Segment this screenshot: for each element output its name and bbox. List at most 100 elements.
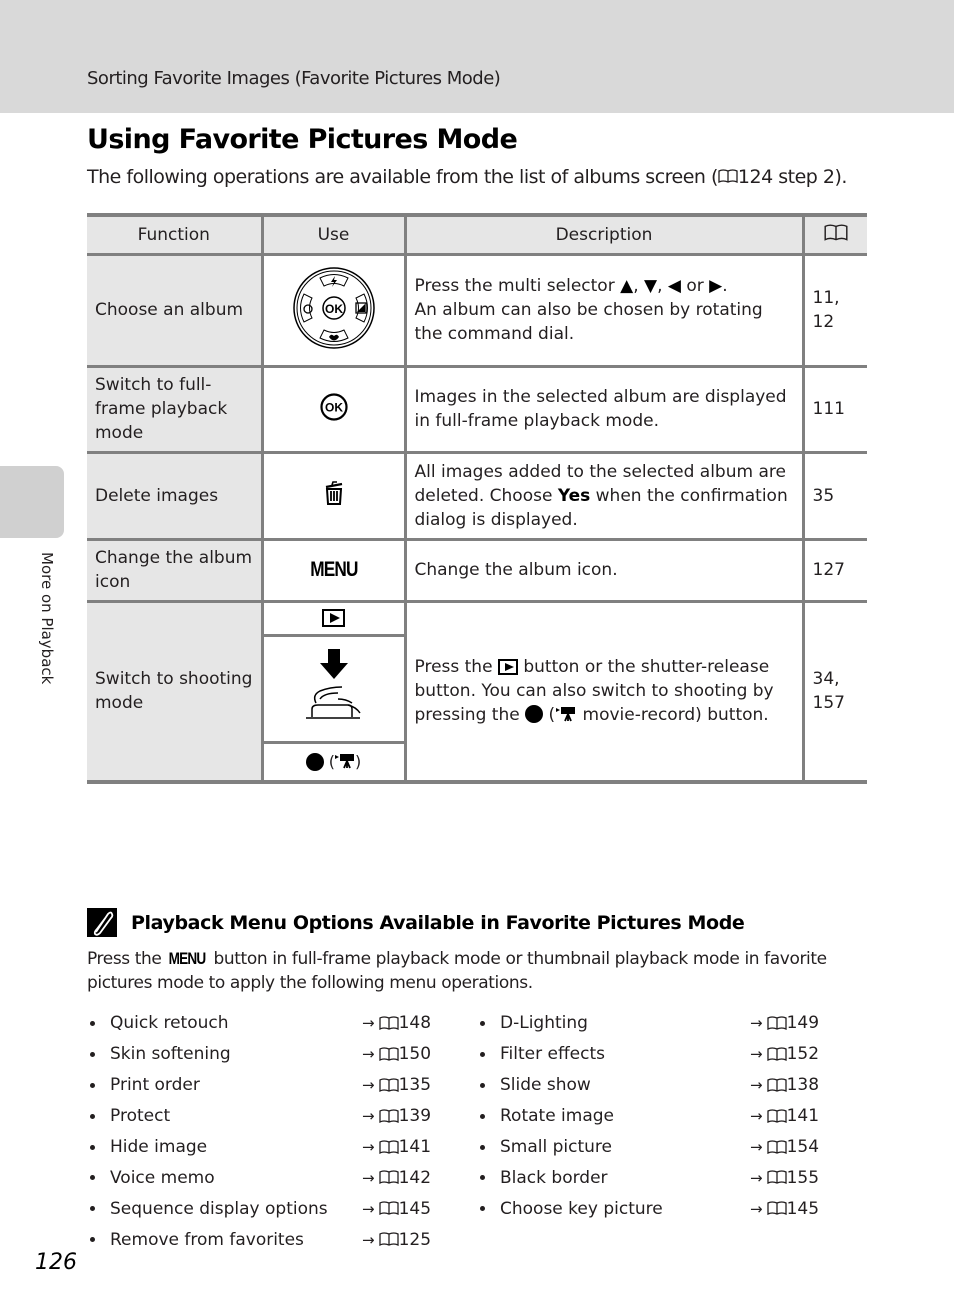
menu-option-ref-link[interactable]: → 138: [750, 1075, 819, 1095]
book-icon: [378, 1232, 399, 1247]
menu-option-item: Voice memo → 142: [87, 1162, 447, 1193]
page-ref-cell[interactable]: 35: [801, 450, 867, 541]
page-ref-cell[interactable]: 127: [801, 537, 867, 603]
section-tab[interactable]: [0, 466, 64, 538]
description-cell: Change the album icon.: [403, 537, 805, 603]
svg-text:OK: OK: [325, 400, 343, 414]
ok-button-icon: OK: [319, 392, 348, 426]
use-cell: OK: [260, 364, 407, 454]
book-icon: [824, 224, 848, 242]
menu-option-label: Sequence display options: [110, 1198, 328, 1219]
menu-options-list-left: Quick retouch → 148 Skin softening → 150 Print…: [87, 1008, 447, 1255]
menu-option-ref-link[interactable]: → 155: [750, 1168, 819, 1188]
description-text: (: [543, 705, 556, 725]
menu-option-ref: 141: [786, 1106, 820, 1127]
menu-option-item: Small picture → 154: [477, 1132, 837, 1163]
function-cell: Switch to full-frame playback mode: [87, 364, 264, 454]
menu-option-item: Protect → 139: [87, 1101, 447, 1132]
note-text: Press the MENU button in full-frame play…: [87, 947, 867, 995]
arrow-icon: →: [362, 1138, 375, 1156]
movie-camera-icon: [335, 754, 354, 769]
movie-camera-icon: [556, 707, 576, 722]
menu-option-ref: 138: [786, 1075, 820, 1096]
menu-option-ref: 155: [786, 1167, 820, 1188]
description-cell: Images in the selected album are display…: [403, 364, 805, 454]
menu-option-label: Quick retouch: [110, 1013, 229, 1034]
book-icon: [766, 1201, 787, 1216]
trash-icon: [323, 480, 345, 511]
bullet-icon: [480, 1113, 485, 1119]
menu-option-label: Voice memo: [110, 1167, 215, 1188]
header-band: Sorting Favorite Images (Favorite Pictur…: [0, 0, 954, 113]
menu-option-ref-link[interactable]: → 145: [750, 1199, 819, 1219]
header-reference: [801, 213, 867, 256]
menu-option-item: Skin softening → 150: [87, 1039, 447, 1070]
menu-option-ref-link[interactable]: → 125: [362, 1230, 431, 1250]
table-row: Switch to shooting mode () Press the bu…: [87, 599, 867, 784]
note-box: Playback Menu Options Available in Favor…: [87, 908, 867, 995]
menu-option-ref: 148: [398, 1013, 432, 1034]
menu-option-item: Choose key picture → 145: [477, 1193, 837, 1224]
page-ref-cell[interactable]: 34, 157: [801, 599, 867, 784]
menu-option-item: Slide show → 138: [477, 1070, 837, 1101]
menu-option-ref-link[interactable]: → 154: [750, 1137, 819, 1157]
menu-option-ref-link[interactable]: → 139: [362, 1106, 431, 1126]
book-icon: [378, 1047, 399, 1062]
menu-option-ref: 141: [398, 1137, 432, 1157]
table-row: Delete images All images added to the se…: [87, 450, 867, 541]
book-icon: [766, 1139, 787, 1155]
menu-option-ref-link[interactable]: → 148: [362, 1013, 431, 1033]
arrow-icon: →: [750, 1076, 763, 1095]
page-number: 126: [35, 1250, 77, 1275]
description-cell: Press the multi selector ▲, ▼, ◀ or ▶. A…: [403, 252, 805, 368]
down-arrow-icon: ▼: [644, 276, 658, 296]
page-ref-cell[interactable]: 111: [801, 364, 867, 454]
menu-option-label: Black border: [500, 1167, 608, 1188]
bullet-icon: [480, 1020, 485, 1026]
page-title: Using Favorite Pictures Mode: [87, 124, 518, 155]
note-title: Playback Menu Options Available in Favor…: [87, 908, 867, 937]
movie-record-button-icon: [305, 752, 324, 771]
playback-button-icon: [322, 609, 345, 627]
menu-option-label: Small picture: [500, 1137, 612, 1157]
menu-option-ref-link[interactable]: → 135: [362, 1075, 431, 1095]
menu-option-ref-link[interactable]: → 152: [750, 1044, 819, 1064]
separator: ,: [633, 276, 644, 296]
book-icon: [378, 1139, 399, 1155]
menu-option-item: D-Lighting → 149: [477, 1008, 837, 1039]
menu-option-ref-link[interactable]: → 142: [362, 1168, 431, 1188]
book-icon: [766, 1047, 787, 1062]
use-cell: OK: [260, 252, 407, 368]
bullet-icon: [480, 1082, 485, 1088]
menu-option-ref-link[interactable]: → 141: [750, 1106, 819, 1126]
menu-option-ref: 154: [786, 1137, 820, 1157]
page-ref-cell[interactable]: 11, 12: [801, 252, 867, 368]
book-icon: [766, 1170, 787, 1185]
menu-option-label: Skin softening: [110, 1044, 231, 1065]
menu-option-item: Filter effects → 152: [477, 1039, 837, 1070]
menu-option-ref-link[interactable]: → 145: [362, 1199, 431, 1219]
table-row: Switch to full-frame playback mode OK Im…: [87, 364, 867, 454]
book-icon: [378, 1078, 399, 1093]
menu-option-ref: 150: [398, 1044, 432, 1065]
menu-option-ref-link[interactable]: → 141: [362, 1137, 431, 1157]
intro-page-ref-link[interactable]: 124 step 2).: [738, 166, 847, 188]
menu-option-ref-link[interactable]: → 150: [362, 1044, 431, 1064]
menu-option-item: Black border → 155: [477, 1162, 837, 1193]
intro-text-before: The following operations are available f…: [87, 166, 718, 188]
book-icon: [378, 1108, 399, 1124]
menu-option-ref: 152: [786, 1044, 820, 1065]
function-cell: Change the album icon: [87, 537, 264, 603]
arrow-icon: →: [750, 1168, 763, 1187]
function-cell: Delete images: [87, 450, 264, 541]
right-arrow-icon: ▶: [709, 276, 723, 296]
separator: ,: [657, 276, 668, 296]
function-cell: Switch to shooting mode: [87, 599, 264, 784]
header-description: Description: [403, 213, 805, 256]
playback-button-icon: [497, 659, 518, 675]
use-subcell: (): [264, 744, 404, 780]
arrow-icon: →: [362, 1107, 375, 1126]
arrow-icon: →: [750, 1138, 763, 1156]
menu-option-ref-link[interactable]: → 149: [750, 1013, 819, 1033]
menu-option-ref: 135: [398, 1075, 432, 1096]
